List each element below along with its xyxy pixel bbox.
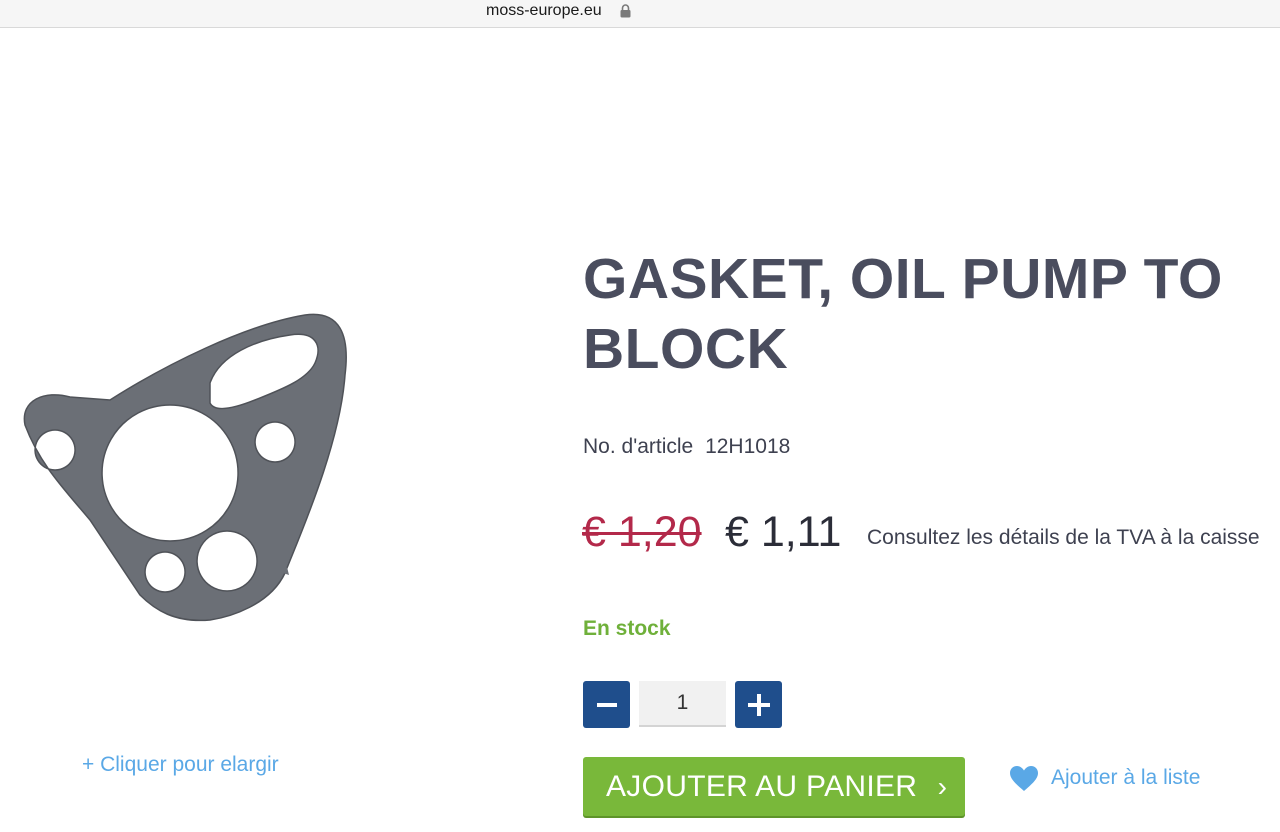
lock-icon [620,4,631,18]
heart-icon [1010,766,1038,791]
sku-row: No. d'article 12H1018 [583,435,796,459]
old-price: € 1,20 [582,508,702,556]
plus-icon [747,693,770,716]
sku-label: No. d'article [583,435,694,458]
enlarge-image-link[interactable]: + Cliquer pour elargir [82,753,279,777]
sku-value: 12H1018 [705,435,791,458]
url-host[interactable]: moss-europe.eu [486,2,602,20]
current-price: € 1,11 [725,508,842,556]
quantity-decrease-button[interactable] [583,681,630,728]
gasket-image[interactable] [15,305,355,630]
quantity-input[interactable] [639,681,726,727]
add-to-cart-button[interactable]: AJOUTER AU PANIER › [583,757,965,816]
browser-url-bar[interactable]: moss-europe.eu [0,0,1280,28]
quantity-increase-button[interactable] [735,681,782,728]
stock-status: En stock [583,617,671,640]
wishlist-label: Ajouter à la liste [1051,766,1201,789]
product-title: GASKET, OIL PUMP TO BLOCK [583,247,1223,381]
vat-note: Consultez les détails de la TVA à la cai… [867,526,1260,549]
minus-icon [596,702,617,707]
chevron-right-icon: › [937,771,947,802]
add-to-cart-label: AJOUTER AU PANIER [606,770,918,803]
